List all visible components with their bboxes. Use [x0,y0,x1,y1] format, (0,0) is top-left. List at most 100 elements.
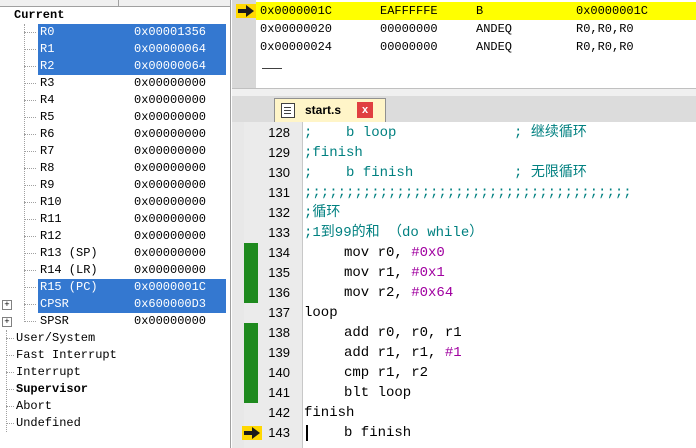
code-text: blt loop [344,385,412,401]
register-row[interactable]: R6 0x00000000 [0,126,230,143]
register-row[interactable]: R11 0x00000000 [0,211,230,228]
disassembly-operands: 0x0000001C [576,4,649,18]
register-row[interactable]: R0 0x00001356 [0,24,230,41]
tree-connector [24,117,36,118]
register-row[interactable]: R10 0x00000000 [0,194,230,211]
register-name: R1 [40,42,55,56]
code-instruction: add r1, r1, [344,345,445,361]
line-number: 137 [268,305,290,320]
register-mode-undefined[interactable]: Undefined [16,415,81,432]
disassembly-mnemonic: ANDEQ [476,22,513,36]
register-value: 0x00000000 [134,246,207,260]
file-icon [281,103,295,118]
tab-start-s[interactable]: start.s x [274,98,386,122]
code-line[interactable]: 130 ; b finish ; 无限循环 [232,163,696,183]
tree-connector [24,32,36,33]
code-editor[interactable]: 128 ; b loop ; 继续循环 129 ;finish 130 ; b finis… [232,122,696,448]
disassembly-opcode: 00000000 [380,40,438,54]
code-text: loop [304,305,338,321]
code-instruction: mov r2, [344,285,412,301]
code-line[interactable]: 143 b finish [232,423,696,443]
register-row[interactable]: R13 (SP) 0x00000000 [0,245,230,262]
editor-tab-bar: start.s x [232,96,696,123]
line-number: 138 [268,325,290,340]
tree-connector [24,304,36,305]
tree-connector [24,168,36,169]
line-number: 130 [268,165,290,180]
code-line[interactable]: 138 add r0, r0, r1 [232,323,696,343]
register-name: R3 [40,76,55,90]
register-value: 0x00000000 [134,314,207,328]
register-name: R5 [40,110,55,124]
code-immediate: #0x1 [411,265,445,281]
register-row[interactable]: R15 (PC) 0x0000001C [0,279,230,296]
code-line[interactable]: 137 loop [232,303,696,323]
code-line[interactable]: 136 mov r2, #0x64 [232,283,696,303]
register-value: 0x00000000 [134,195,207,209]
register-group-current[interactable]: Current [0,7,230,24]
register-name: R0 [40,25,55,39]
register-group-label: Current [14,8,65,22]
register-row[interactable]: R4 0x00000000 [0,92,230,109]
code-line[interactable]: 131;;;;;;;;;;;;;;;;;;;;;;;;;;;;;;;;;;;;;… [232,183,696,203]
register-row[interactable]: R7 0x00000000 [0,143,230,160]
register-row[interactable]: R12 0x00000000 [0,228,230,245]
executed-line-marker [244,283,258,303]
line-marker [244,223,258,243]
code-line[interactable]: 139 add r1, r1, #1 [232,343,696,363]
executed-line-marker [244,243,258,263]
code-line[interactable]: 141 blt loop [232,383,696,403]
line-marker [244,123,258,143]
register-row[interactable]: CPSR 0x600000D3 [0,296,230,313]
code-line[interactable]: 132 ;循环 [232,203,696,223]
register-row[interactable]: R3 0x00000000 [0,75,230,92]
register-row[interactable]: R5 0x00000000 [0,109,230,126]
disassembly-opcode: 00000000 [380,22,438,36]
register-mode-abort[interactable]: Abort [16,398,52,415]
tab-label: start.s [305,103,342,117]
register-row[interactable]: SPSR 0x00000000 [0,313,230,330]
disassembly-separator [262,68,282,69]
code-text: mov r1, #0x1 [344,263,445,283]
register-name: R15 (PC) [40,280,98,294]
register-mode-supervisor[interactable]: Supervisor [16,381,88,398]
disassembly-address: 0x00000024 [260,40,333,54]
register-mode-user-system[interactable]: User/System [16,330,95,347]
register-value: 0x00000000 [134,178,207,192]
tree-connector [6,330,7,432]
register-row[interactable]: R9 0x00000000 [0,177,230,194]
tree-connector [24,270,36,271]
code-text: b finish [344,425,412,441]
register-value: 0x0000001C [134,280,207,294]
register-row[interactable]: R8 0x00000000 [0,160,230,177]
register-name: R4 [40,93,55,107]
code-instruction: mov r1, [344,265,412,281]
register-row[interactable]: R1 0x00000064 [0,41,230,58]
register-row[interactable]: R2 0x00000064 [0,58,230,75]
line-marker [244,303,258,323]
code-line[interactable]: 142 finish [232,403,696,423]
register-mode-fast-interrupt[interactable]: Fast Interrupt [16,347,117,364]
expand-icon[interactable]: + [2,317,12,327]
register-value: 0x00000064 [134,59,207,73]
disassembly-row[interactable]: 0x00000020 00000000 ANDEQ R0,R0,R0 [256,20,696,38]
code-line[interactable]: 140 cmp r1, r2 [232,363,696,383]
code-line[interactable]: 134 mov r0, #0x0 [232,243,696,263]
disassembly-row[interactable]: 0x0000001C EAFFFFFE B 0x0000001C [256,2,696,20]
register-panel: Current R0 0x00001356 R1 0x00000064 R2 0x00000… [0,0,231,448]
code-immediate: #1 [444,345,462,361]
code-text: ;;;;;;;;;;;;;;;;;;;;;;;;;;;;;;;;;;;;;;; [304,185,632,201]
close-tab-button[interactable]: x [357,102,373,118]
register-mode-interrupt[interactable]: Interrupt [16,364,81,381]
code-line[interactable]: 128 ; b loop ; 继续循环 [232,123,696,143]
line-number: 129 [268,145,290,160]
disassembly-row[interactable]: 0x00000024 00000000 ANDEQ R0,R0,R0 [256,38,696,56]
code-line[interactable]: 129 ;finish [232,143,696,163]
tree-connector [24,185,36,186]
code-line[interactable]: 135 mov r1, #0x1 [232,263,696,283]
tree-connector [24,236,36,237]
expand-icon[interactable]: + [2,300,12,310]
register-row[interactable]: R14 (LR) 0x00000000 [0,262,230,279]
text-cursor [306,425,308,441]
code-line[interactable]: 133 ;1到99的和 （do while） [232,223,696,243]
